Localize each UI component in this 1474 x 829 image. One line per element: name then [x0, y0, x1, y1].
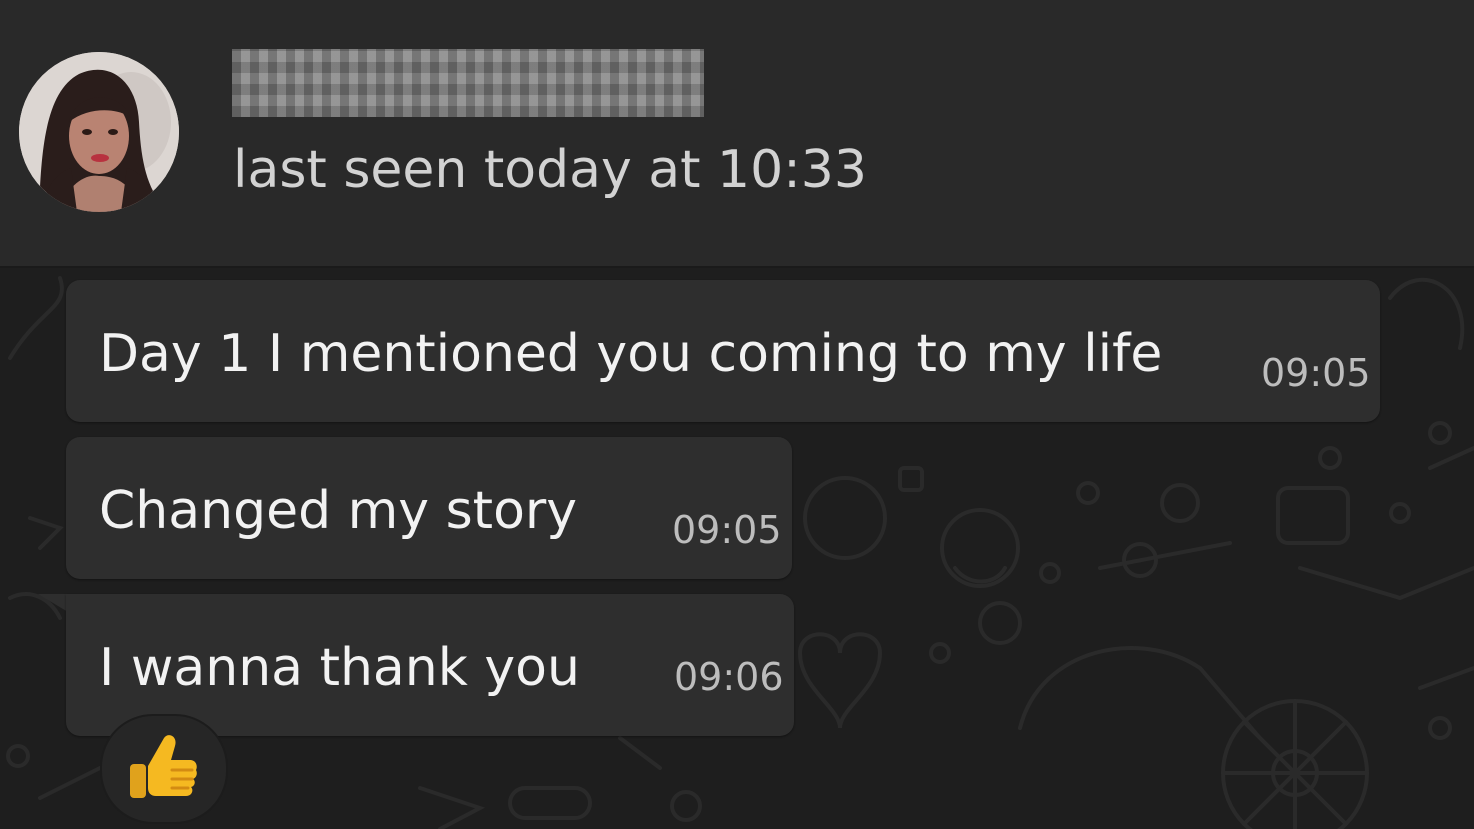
message-timestamp: 09:05	[672, 508, 782, 552]
message-text: I wanna thank you	[99, 638, 580, 698]
last-seen-status: last seen today at 10:33	[233, 140, 867, 200]
message-text: Changed my story	[99, 481, 578, 541]
bubble-tail	[38, 594, 68, 612]
message-timestamp: 09:06	[674, 655, 784, 699]
chat-header: last seen today at 10:33	[0, 0, 1474, 268]
contact-avatar[interactable]	[19, 52, 179, 212]
message-bubble[interactable]: Changed my story 09:05	[66, 437, 792, 579]
message-text: Day 1 I mentioned you coming to my life	[99, 324, 1163, 384]
message-bubble[interactable]: Day 1 I mentioned you coming to my life …	[66, 280, 1380, 422]
message-timestamp: 09:05	[1261, 351, 1371, 395]
contact-name[interactable]	[232, 49, 704, 117]
message-reaction[interactable]	[100, 714, 228, 824]
thumbs-up-icon	[130, 735, 197, 798]
chat-window: last seen today at 10:33 Day 1 I mention…	[0, 0, 1474, 829]
message-list[interactable]: Day 1 I mentioned you coming to my life …	[0, 268, 1474, 829]
avatar-photo	[19, 52, 179, 212]
